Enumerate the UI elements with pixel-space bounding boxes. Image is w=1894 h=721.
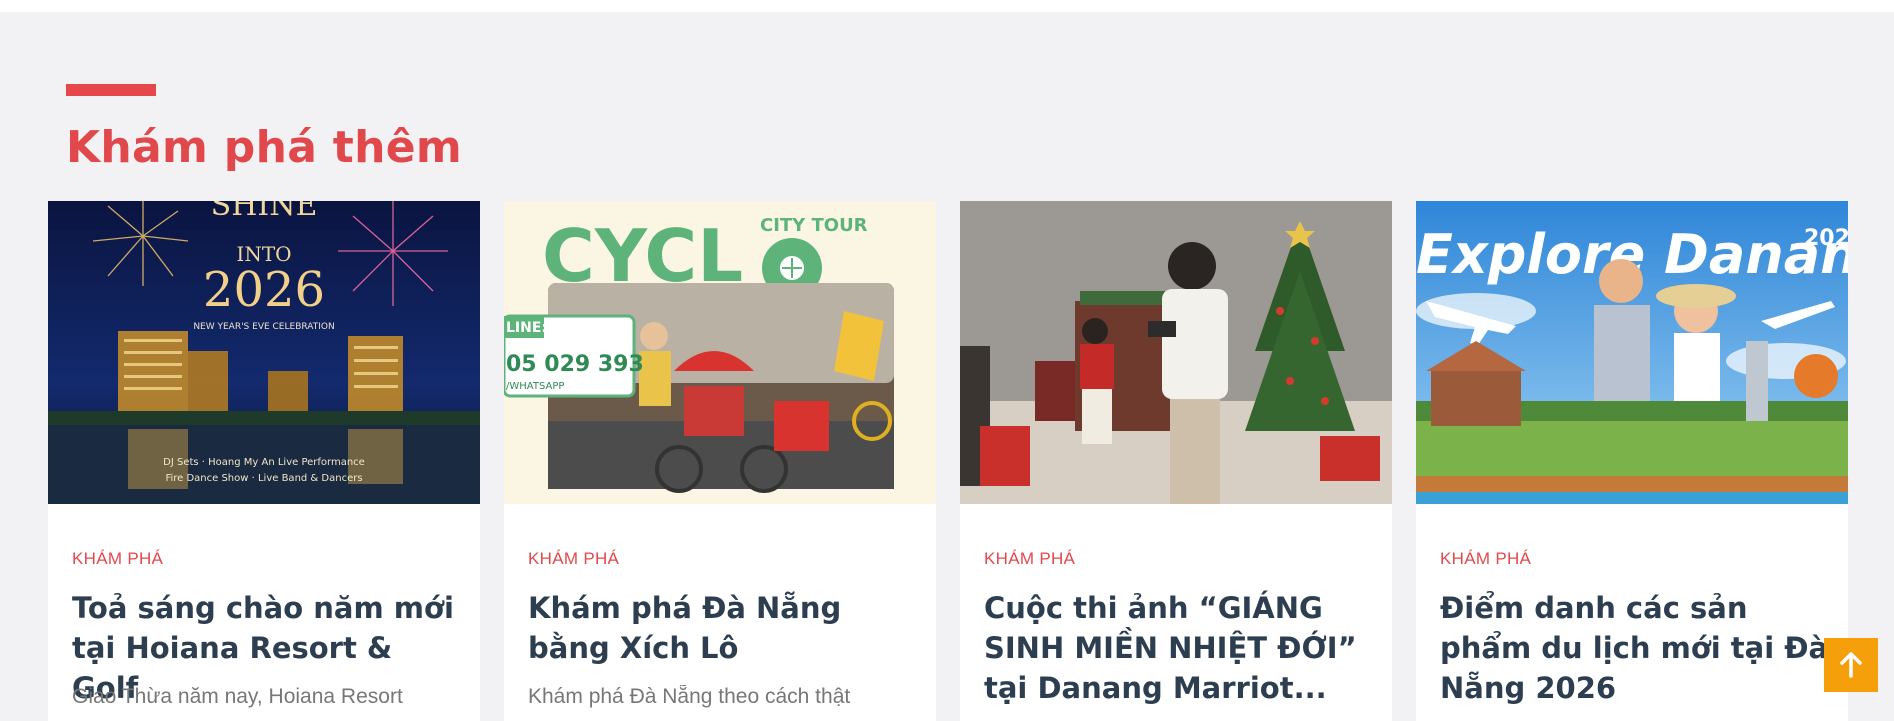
scroll-to-top-button[interactable] — [1824, 638, 1878, 692]
card-image[interactable]: SHINE INTO 2026 NEW YEAR'S EVE CELEBRATI… — [48, 201, 480, 504]
card-category[interactable]: KHÁM PHÁ — [72, 549, 163, 569]
section-accent-bar — [66, 84, 156, 96]
svg-text:SHINE: SHINE — [211, 201, 318, 223]
svg-text:DJ Sets · Hoang My An Live Per: DJ Sets · Hoang My An Live Performance — [163, 457, 365, 468]
article-card[interactable]: Explore Danang 202 — [1416, 201, 1848, 721]
card-excerpt: Giao Thừa năm nay, Hoiana Resort — [72, 685, 403, 708]
top-strip — [0, 0, 1894, 12]
card-category[interactable]: KHÁM PHÁ — [984, 549, 1075, 569]
card-list: SHINE INTO 2026 NEW YEAR'S EVE CELEBRATI… — [48, 201, 1848, 721]
svg-text:05 029 393: 05 029 393 — [506, 352, 644, 377]
svg-text:LINE:: LINE: — [506, 320, 547, 336]
svg-text:2026: 2026 — [203, 262, 325, 318]
card-title[interactable]: Cuộc thi ảnh “GIÁNG SINH MIỀN NHIỆT ĐỚI”… — [984, 588, 1374, 708]
card-title[interactable]: Điểm danh các sản phẩm du lịch mới tại Đ… — [1440, 588, 1830, 708]
arrow-up-icon — [1840, 652, 1862, 678]
article-card[interactable]: KHÁM PHÁ Cuộc thi ảnh “GIÁNG SINH MIỀN N… — [960, 201, 1392, 721]
section-title: Khám phá thêm — [66, 122, 463, 173]
card-image[interactable]: CYCL CITY TOUR LINE: 05 029 393 /WHATSAP… — [504, 201, 936, 504]
svg-text:/WHATSAPP: /WHATSAPP — [506, 381, 564, 392]
svg-text:NEW YEAR'S EVE CELEBRATION: NEW YEAR'S EVE CELEBRATION — [193, 322, 334, 332]
card-excerpt: Khám phá Đà Nẵng theo cách thật — [528, 685, 851, 708]
card-image[interactable]: Explore Danang 202 — [1416, 201, 1848, 504]
card-category[interactable]: KHÁM PHÁ — [1440, 549, 1531, 569]
svg-text:202: 202 — [1804, 226, 1848, 251]
card-image[interactable] — [960, 201, 1392, 504]
svg-text:CITY TOUR: CITY TOUR — [760, 215, 868, 236]
card-title[interactable]: Khám phá Đà Nẵng bằng Xích Lô — [528, 588, 918, 668]
article-card[interactable]: CYCL CITY TOUR LINE: 05 029 393 /WHATSAP… — [504, 201, 936, 721]
card-category[interactable]: KHÁM PHÁ — [528, 549, 619, 569]
explore-more-section: Khám phá thêm SHINE INTO 2026 NEW YEAR'S… — [0, 12, 1894, 721]
article-card[interactable]: SHINE INTO 2026 NEW YEAR'S EVE CELEBRATI… — [48, 201, 480, 721]
svg-text:Fire Dance Show · Live Band &: Fire Dance Show · Live Band & Dancers — [165, 473, 362, 484]
